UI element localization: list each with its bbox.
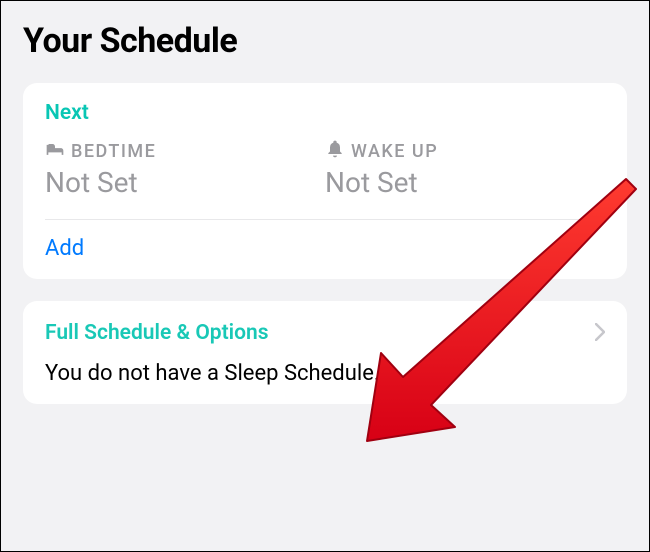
bedtime-column: BEDTIME Not Set — [45, 139, 325, 199]
bed-icon — [45, 139, 65, 164]
bedtime-label: BEDTIME — [71, 141, 156, 162]
full-schedule-card[interactable]: Full Schedule & Options You do not have … — [23, 301, 627, 404]
wakeup-label: WAKE UP — [351, 141, 438, 162]
next-header: Next — [45, 101, 605, 125]
wakeup-column: WAKE UP Not Set — [325, 139, 605, 199]
schedule-status-text: You do not have a Sleep Schedule. — [45, 361, 605, 386]
full-schedule-header-row: Full Schedule & Options — [45, 319, 605, 347]
bedtime-value: Not Set — [45, 166, 325, 199]
times-row: BEDTIME Not Set WAKE UP Not Set — [45, 139, 605, 199]
full-schedule-header: Full Schedule & Options — [45, 321, 269, 345]
bedtime-label-row: BEDTIME — [45, 139, 325, 164]
bell-icon — [325, 139, 345, 164]
chevron-right-icon — [595, 319, 605, 347]
page-title: Your Schedule — [23, 21, 627, 61]
wakeup-label-row: WAKE UP — [325, 139, 605, 164]
next-schedule-card: Next BEDTIME Not Set WAKE UP Not Set Add — [23, 83, 627, 279]
wakeup-value: Not Set — [325, 166, 605, 199]
add-button[interactable]: Add — [45, 236, 605, 261]
divider — [45, 219, 605, 220]
